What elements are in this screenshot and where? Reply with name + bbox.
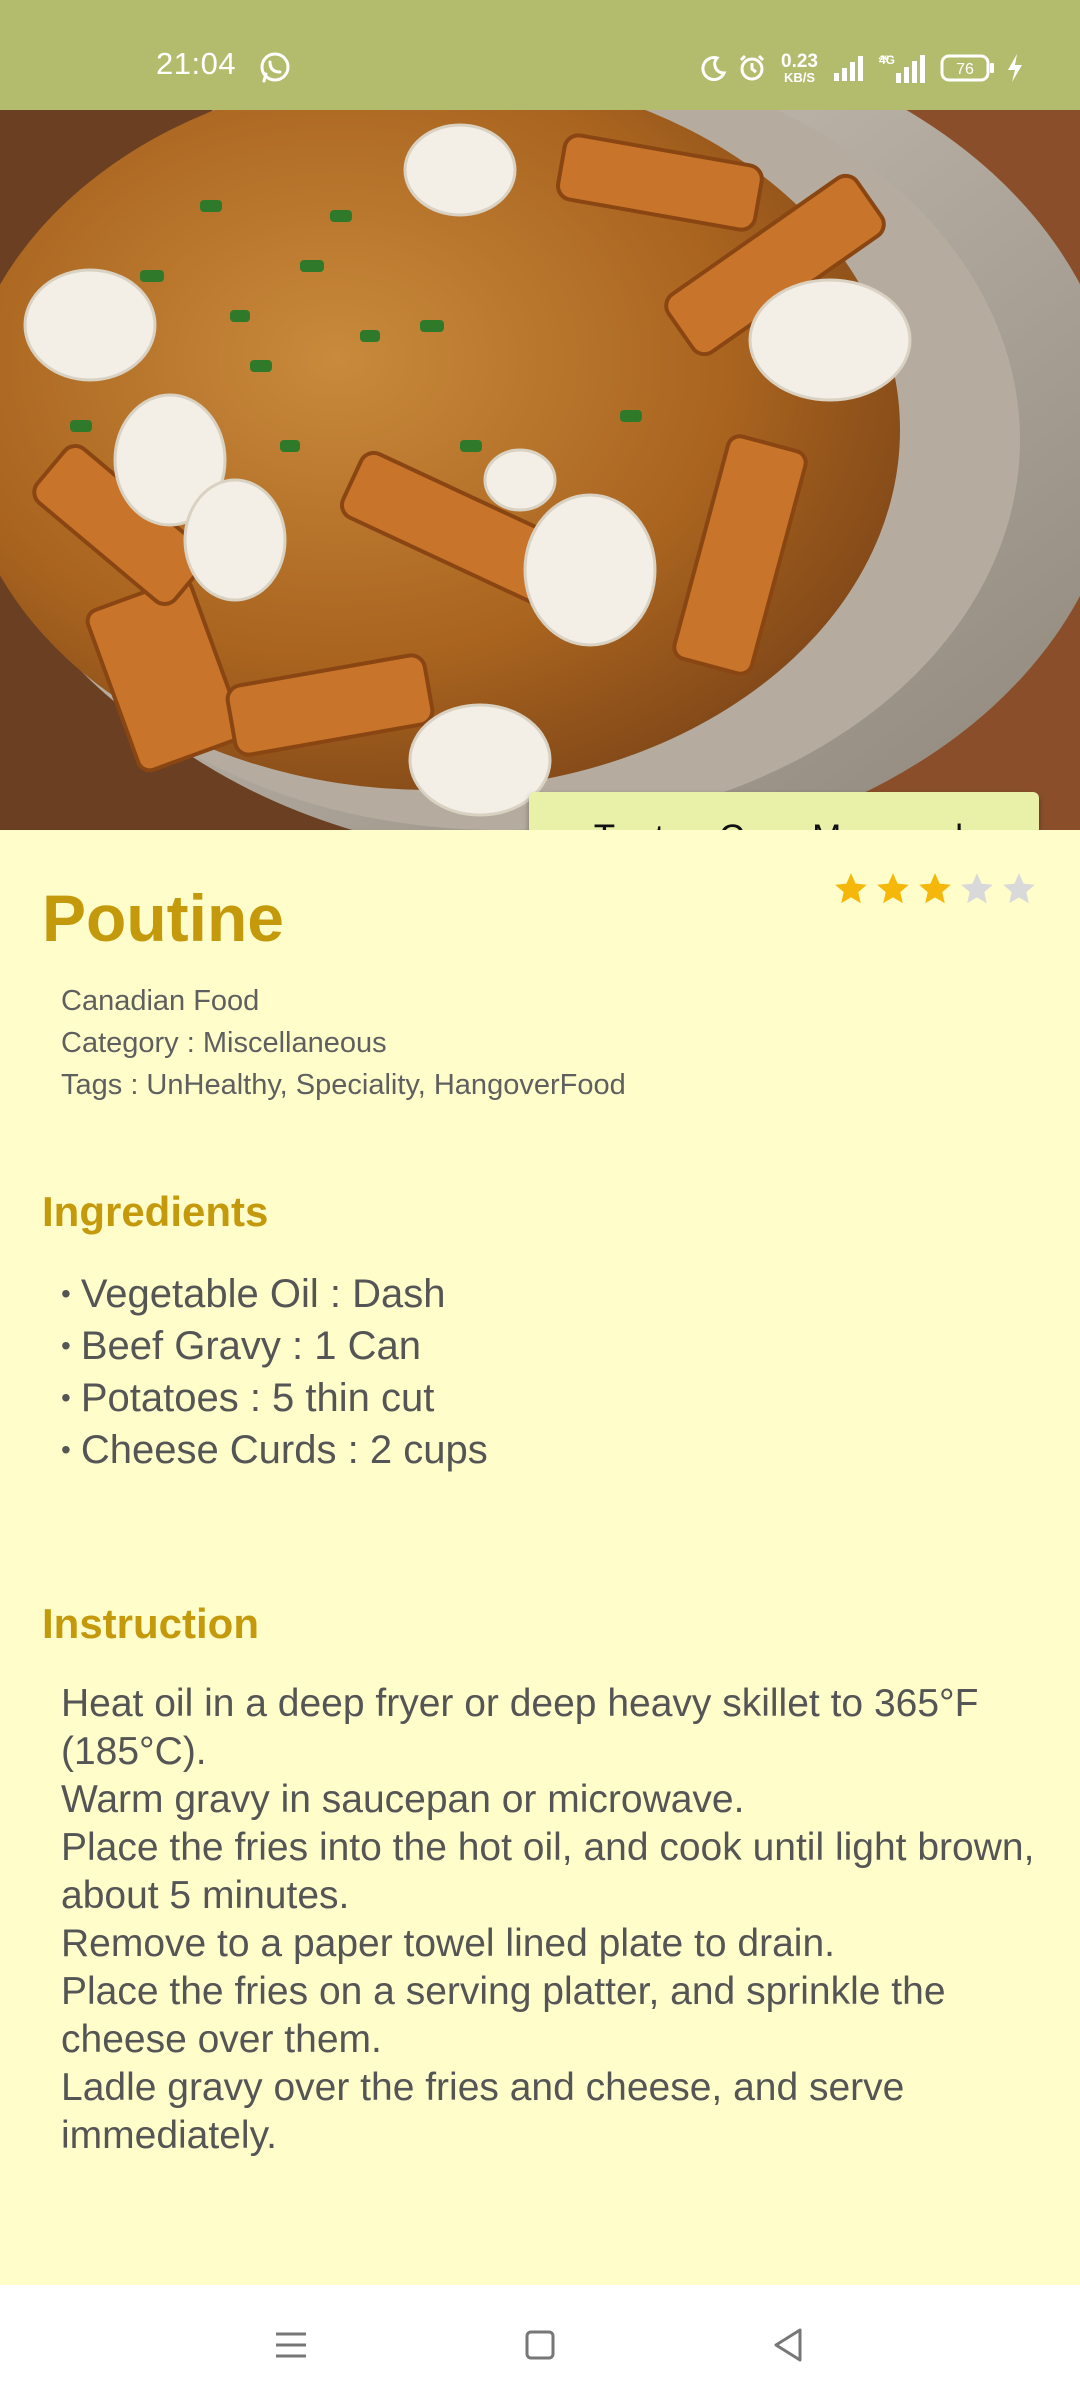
alarm-icon	[739, 54, 765, 81]
ingredient-item: Beef Gravy : 1 Can	[61, 1322, 488, 1374]
ingredients-heading: Ingredients	[42, 1188, 269, 1235]
home-icon[interactable]	[515, 2320, 565, 2370]
instruction-step: Place the fries on a serving platter, an…	[61, 1970, 946, 2061]
star-filled-icon	[877, 873, 909, 904]
ingredient-item: Cheese Curds : 2 cups	[61, 1426, 488, 1478]
ingredient-item: Potatoes : 5 thin cut	[61, 1374, 488, 1426]
recipe-category: Category : Miscellaneous	[61, 1027, 387, 1059]
svg-text:4G: 4G	[879, 53, 895, 67]
watch-cooking-button[interactable]: Tonton Cara Memasak	[529, 792, 1039, 830]
status-bar: 21:04 0.23 KB/S ⁴⁶ 4G 76	[0, 0, 1080, 110]
recipe-image: Tonton Cara Memasak	[0, 110, 1080, 830]
charging-icon	[1008, 54, 1022, 82]
recipe-title: Poutine	[42, 881, 284, 955]
menu-icon[interactable]	[266, 2320, 316, 2370]
signal-icon	[834, 56, 863, 81]
recipe-tags: Tags : UnHealthy, Speciality, HangoverFo…	[61, 1069, 626, 1101]
instruction-step: Warm gravy in saucepan or microwave.	[61, 1778, 745, 1821]
back-icon[interactable]	[764, 2320, 814, 2370]
star-filled-icon	[835, 873, 867, 904]
recipe-area: Canadian Food	[61, 985, 260, 1017]
instruction-step: Heat oil in a deep fryer or deep heavy s…	[61, 1682, 979, 1773]
poutine-photo	[0, 110, 1080, 830]
status-icons: 0.23 KB/S ⁴⁶ 4G 76	[699, 48, 1024, 88]
recipe-meta: Canadian Food Category : Miscellaneous T…	[61, 980, 626, 1106]
instruction-step: Place the fries into the hot oil, and co…	[61, 1826, 1035, 1917]
whatsapp-icon	[260, 52, 290, 83]
moon-icon	[701, 56, 727, 82]
recipe-content: Poutine Canadian Food Category : Miscell…	[0, 830, 1080, 2285]
ingredients-list: Vegetable Oil : Dash Beef Gravy : 1 Can …	[61, 1270, 488, 1478]
navigation-bar	[0, 2285, 1080, 2400]
instruction-step: Ladle gravy over the fries and cheese, a…	[61, 2066, 905, 2157]
instruction-step: Remove to a paper towel lined plate to d…	[61, 1922, 835, 1965]
status-time: 21:04	[156, 46, 237, 81]
instruction-text: Heat oil in a deep fryer or deep heavy s…	[61, 1680, 1041, 2160]
net-speed: 0.23 KB/S	[781, 51, 818, 85]
rating-stars	[832, 870, 1038, 908]
battery-icon: 76	[940, 54, 994, 82]
svg-text:76: 76	[956, 61, 974, 78]
star-empty-icon	[961, 873, 993, 904]
star-filled-icon	[919, 873, 951, 904]
instruction-heading: Instruction	[42, 1600, 259, 1647]
ingredient-item: Vegetable Oil : Dash	[61, 1270, 488, 1322]
star-empty-icon	[1003, 873, 1035, 904]
signal-4g-icon: ⁴⁶ 4G	[878, 52, 925, 83]
